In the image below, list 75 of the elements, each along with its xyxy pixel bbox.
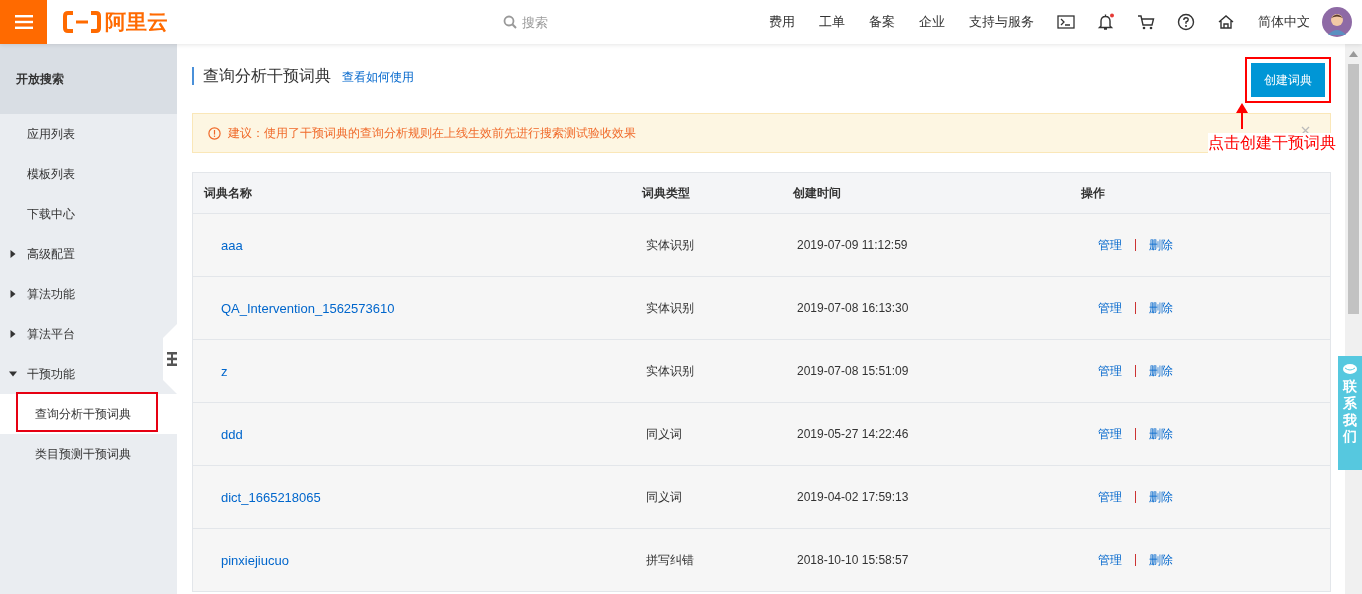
table-cell: 实体识别 — [646, 300, 694, 315]
menu-icon — [14, 15, 33, 29]
arrow-icon — [1236, 103, 1248, 129]
action-link[interactable]: 管理 — [1098, 551, 1122, 569]
page-title: 查询分析干预词典 — [203, 67, 331, 85]
chat-icon — [1343, 364, 1357, 374]
sidebar-group-label: 算法平台 — [27, 325, 75, 343]
terminal-icon[interactable] — [1057, 15, 1075, 29]
action-link[interactable]: 删除 — [1149, 425, 1173, 443]
table-cell: 2019-05-27 14:22:46 — [797, 427, 909, 441]
action-link[interactable]: 管理 — [1098, 425, 1122, 443]
action-link[interactable]: 删除 — [1149, 236, 1173, 254]
dictionary-name-link[interactable]: pinxiejiucuo — [221, 552, 289, 568]
sidebar-group-label: 算法功能 — [27, 285, 75, 303]
home-icon[interactable] — [1217, 14, 1235, 30]
sidebar-group-label: 干预功能 — [27, 365, 75, 383]
bell-icon[interactable] — [1097, 13, 1115, 31]
sidebar-group[interactable]: 算法功能 — [0, 274, 140, 314]
table-cell: 同义词 — [646, 489, 682, 504]
column-header: 词典名称 — [202, 184, 253, 202]
sidebar-subitem[interactable]: 查询分析干预词典 — [0, 394, 177, 434]
action-link[interactable]: 管理 — [1098, 488, 1122, 506]
nav-link[interactable]: 工单 — [807, 13, 857, 31]
table-cell: 同义词 — [646, 426, 682, 441]
search-icon — [503, 15, 517, 29]
sidebar-group-label: 高级配置 — [27, 245, 75, 263]
sidebar-group[interactable]: 干预功能 — [0, 354, 140, 394]
warning-icon — [208, 126, 221, 140]
table-cell: 拼写纠错 — [646, 552, 694, 567]
sidebar-item[interactable]: 模板列表 — [0, 154, 177, 194]
cart-icon[interactable] — [1137, 14, 1155, 30]
table-cell: 2019-07-08 15:51:09 — [797, 364, 909, 378]
action-link[interactable]: 管理 — [1098, 299, 1122, 317]
action-link[interactable]: 删除 — [1149, 362, 1173, 380]
sidebar-subitem[interactable]: 类目预测干预词典 — [0, 434, 177, 474]
table-cell: 实体识别 — [646, 237, 694, 252]
column-header: 词典类型 — [642, 184, 691, 202]
nav-link[interactable]: 支持与服务 — [957, 13, 1046, 31]
sidebar-group[interactable]: 算法平台 — [0, 314, 140, 354]
logo-icon — [63, 11, 101, 33]
scrollbar-thumb[interactable] — [1348, 64, 1359, 314]
dictionary-name-link[interactable]: aaa — [221, 237, 243, 253]
language-link[interactable]: 简体中文 — [1246, 13, 1322, 31]
action-link[interactable]: 管理 — [1098, 236, 1122, 254]
table-cell: 2019-07-09 11:12:59 — [797, 238, 908, 252]
annotation-text: 点击创建干预词典 — [1208, 133, 1336, 154]
dictionary-name-link[interactable]: dict_1665218065 — [221, 489, 321, 505]
table-cell: 2018-10-10 15:58:57 — [797, 553, 909, 567]
help-icon[interactable] — [1177, 13, 1195, 31]
dictionary-name-link[interactable]: ddd — [221, 426, 243, 442]
help-link[interactable]: 查看如何使用 — [342, 69, 414, 86]
avatar-icon[interactable] — [1322, 7, 1352, 37]
sidebar-group[interactable]: 高级配置 — [0, 234, 140, 274]
nav-link[interactable]: 备案 — [857, 13, 907, 31]
menu-button[interactable] — [0, 0, 47, 44]
dictionary-name-link[interactable]: z — [221, 363, 228, 379]
nav-link[interactable]: 企业 — [907, 13, 957, 31]
sidebar-title: 开放搜索 — [0, 44, 177, 114]
collapse-icon — [167, 352, 177, 366]
sidebar-item[interactable]: 应用列表 — [0, 114, 177, 154]
dictionary-name-link[interactable]: QA_Intervention_1562573610 — [221, 300, 395, 316]
column-header: 操作 — [1081, 184, 1106, 202]
table-cell: 实体识别 — [646, 363, 694, 378]
create-dictionary-button[interactable]: 创建词典 — [1251, 63, 1325, 97]
nav-link[interactable]: 费用 — [757, 13, 807, 31]
action-link[interactable]: 删除 — [1149, 551, 1173, 569]
action-link[interactable]: 删除 — [1149, 299, 1173, 317]
logo-text: 阿里云 — [105, 9, 168, 35]
alert-text: 建议：使用了干预词典的查询分析规则在上线生效前先进行搜索测试验收效果 — [228, 124, 636, 142]
table-cell: 2019-07-08 16:13:30 — [797, 301, 909, 315]
sidebar-item[interactable]: 下载中心 — [0, 194, 177, 234]
action-link[interactable]: 删除 — [1149, 488, 1173, 506]
action-link[interactable]: 管理 — [1098, 362, 1122, 380]
column-header: 创建时间 — [793, 184, 842, 202]
table-cell: 2019-04-02 17:59:13 — [797, 490, 909, 504]
